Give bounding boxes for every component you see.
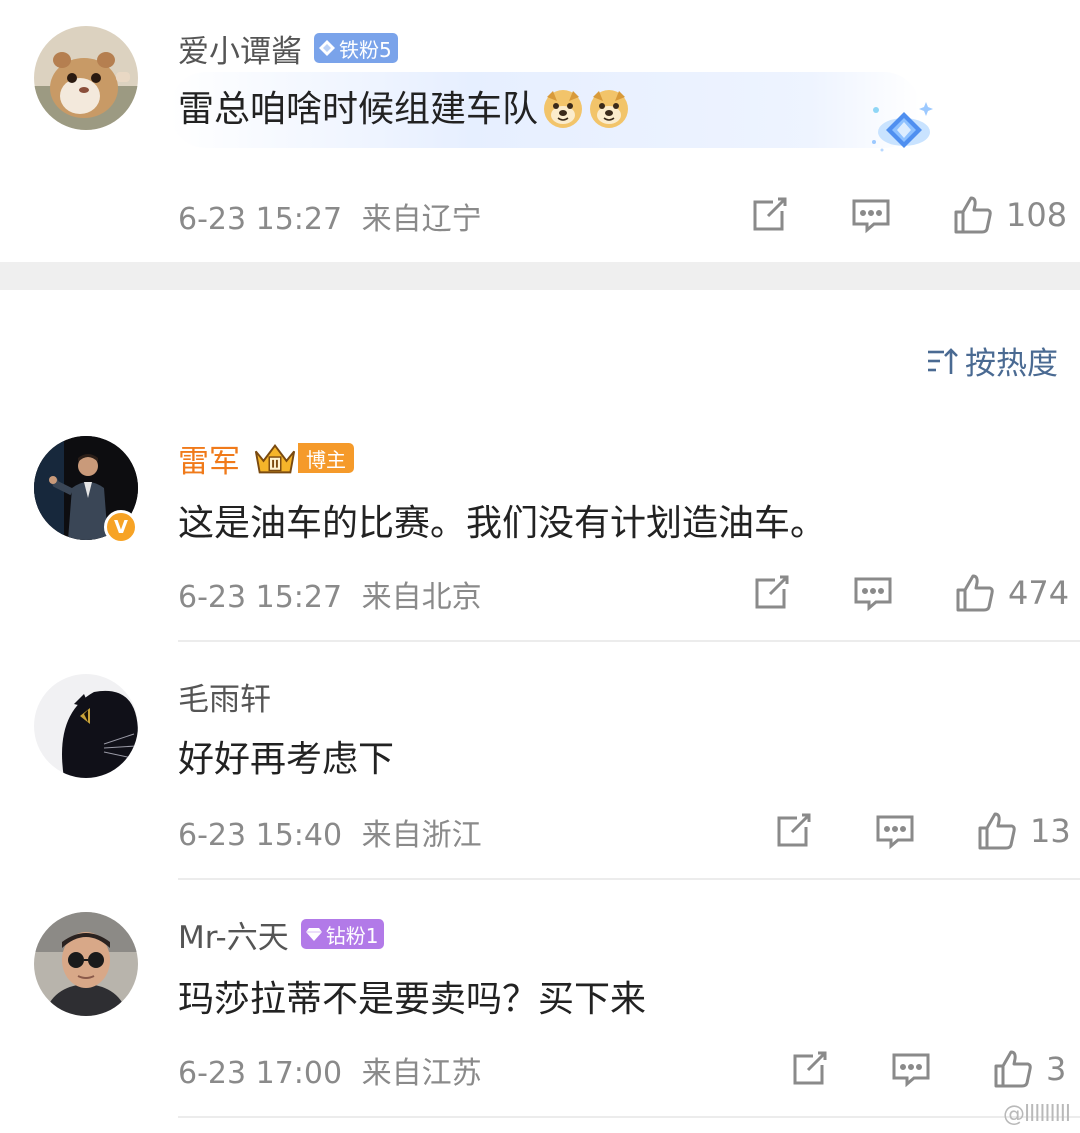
verified-badge: V	[104, 510, 138, 544]
comment-location: 来自浙江	[361, 818, 482, 853]
blogger-badge: 博主	[298, 443, 354, 473]
share-icon	[755, 575, 789, 609]
like-button[interactable]: 474	[954, 568, 1069, 618]
share-button[interactable]	[748, 190, 790, 240]
comment-meta: 6-23 15:27 来自北京	[178, 572, 482, 616]
fan-badge: 钻粉1	[300, 919, 385, 949]
comment-actions: 108	[740, 190, 1080, 240]
comment-location: 来自江苏	[361, 1056, 482, 1091]
thumbs-up-icon	[956, 574, 994, 612]
reply-button[interactable]	[874, 806, 916, 856]
share-button[interactable]	[772, 806, 814, 856]
diamond-icon	[305, 928, 322, 941]
comment-text: 这是油车的比赛。我们没有计划造油车。	[178, 503, 827, 544]
like-count: 474	[1008, 574, 1070, 612]
fan-badge: 铁粉5	[314, 33, 398, 63]
fan-badge-label: 铁粉5	[339, 37, 392, 62]
like-button[interactable]: 108	[952, 190, 1067, 240]
comment-text-content: 雷总咱啥时候组建车队	[178, 89, 539, 130]
thumbs-up-icon	[978, 812, 1016, 850]
avatar[interactable]	[34, 912, 138, 1016]
share-button[interactable]	[750, 568, 792, 618]
like-count: 3	[1046, 1050, 1067, 1088]
reply-button[interactable]	[890, 1044, 932, 1094]
comment-meta: 6-23 17:00 来自江苏	[178, 1048, 482, 1092]
doge-emoji-icon	[590, 90, 629, 128]
username[interactable]: 爱小谭酱	[178, 26, 302, 71]
username[interactable]: 毛雨轩	[178, 674, 271, 719]
diamond-icon	[319, 40, 335, 56]
share-icon	[753, 197, 787, 231]
comment-icon	[892, 1053, 930, 1088]
comment-meta: 6-23 15:27 来自辽宁	[178, 194, 482, 238]
comment-actions: 13	[764, 806, 1080, 856]
share-icon	[793, 1051, 827, 1085]
blogger-badge-label: 博主	[306, 447, 346, 472]
comment-actions: 3	[780, 1044, 1080, 1094]
comment-text: 玛莎拉蒂不是要卖吗？买下来	[178, 979, 647, 1020]
reply-button[interactable]	[850, 190, 892, 240]
comment-icon	[876, 815, 914, 850]
comment-location: 来自辽宁	[361, 202, 482, 237]
comment-time: 6-23 17:00	[178, 1056, 343, 1091]
username[interactable]: 雷军	[178, 436, 240, 481]
sort-icon	[928, 347, 958, 374]
comment-divider	[178, 878, 1080, 880]
like-button[interactable]: 13	[976, 806, 1071, 856]
section-divider	[0, 262, 1080, 290]
comment-divider	[178, 640, 1080, 642]
sort-by-hot-button[interactable]: 按热度	[925, 338, 1058, 383]
like-button[interactable]: 3	[992, 1044, 1066, 1094]
share-button[interactable]	[788, 1044, 830, 1094]
doge-emoji-icon	[544, 90, 583, 128]
comment-text: 好好再考虑下	[178, 739, 395, 780]
comment-text: 雷总咱啥时候组建车队	[178, 80, 630, 132]
share-icon	[777, 813, 811, 847]
verified-badge-label: V	[114, 516, 128, 538]
comment-time: 6-23 15:27	[178, 202, 343, 237]
avatar[interactable]	[34, 674, 138, 778]
comment-time: 6-23 15:27	[178, 580, 343, 615]
reply-button[interactable]	[852, 568, 894, 618]
comment-icon	[854, 577, 892, 612]
comment-icon	[852, 199, 890, 234]
comment-time: 6-23 15:40	[178, 818, 343, 853]
like-count: 13	[1030, 812, 1071, 850]
comment-divider	[178, 1116, 1080, 1118]
like-count: 108	[1006, 196, 1068, 234]
comment-meta: 6-23 15:40 来自浙江	[178, 810, 482, 854]
watermark: @lllllllll	[1002, 1102, 1071, 1127]
diamond-decoration-icon	[872, 102, 933, 152]
thumbs-up-icon	[954, 196, 992, 234]
fan-badge-label: 钻粉1	[325, 923, 379, 948]
crown-icon	[254, 443, 296, 474]
comment-actions: 474	[742, 568, 1080, 618]
comment-location: 来自北京	[361, 580, 482, 615]
avatar[interactable]	[34, 26, 138, 130]
sort-label: 按热度	[965, 346, 1058, 382]
username[interactable]: Mr-六天	[178, 912, 289, 957]
thumbs-up-icon	[994, 1050, 1032, 1088]
